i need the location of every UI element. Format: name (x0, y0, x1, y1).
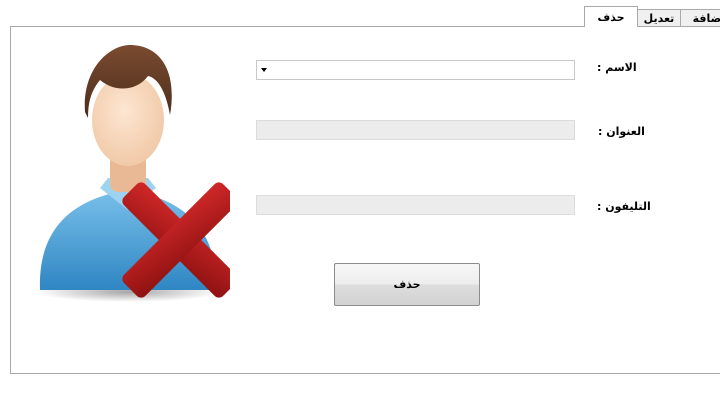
tab-edit[interactable]: تعديل (637, 9, 681, 26)
tab-add[interactable]: إضافة (680, 9, 720, 26)
phone-label: التليفون : (597, 200, 651, 213)
name-label: الاسم : (597, 61, 637, 74)
chevron-down-icon[interactable] (261, 68, 267, 72)
tab-delete[interactable]: حذف (584, 6, 638, 27)
address-label: العنوان : (598, 125, 645, 138)
delete-button[interactable]: حذف (334, 263, 480, 306)
user-delete-icon (36, 45, 230, 302)
name-combobox[interactable] (256, 60, 575, 80)
address-field[interactable] (256, 120, 575, 140)
phone-field[interactable] (256, 195, 575, 215)
